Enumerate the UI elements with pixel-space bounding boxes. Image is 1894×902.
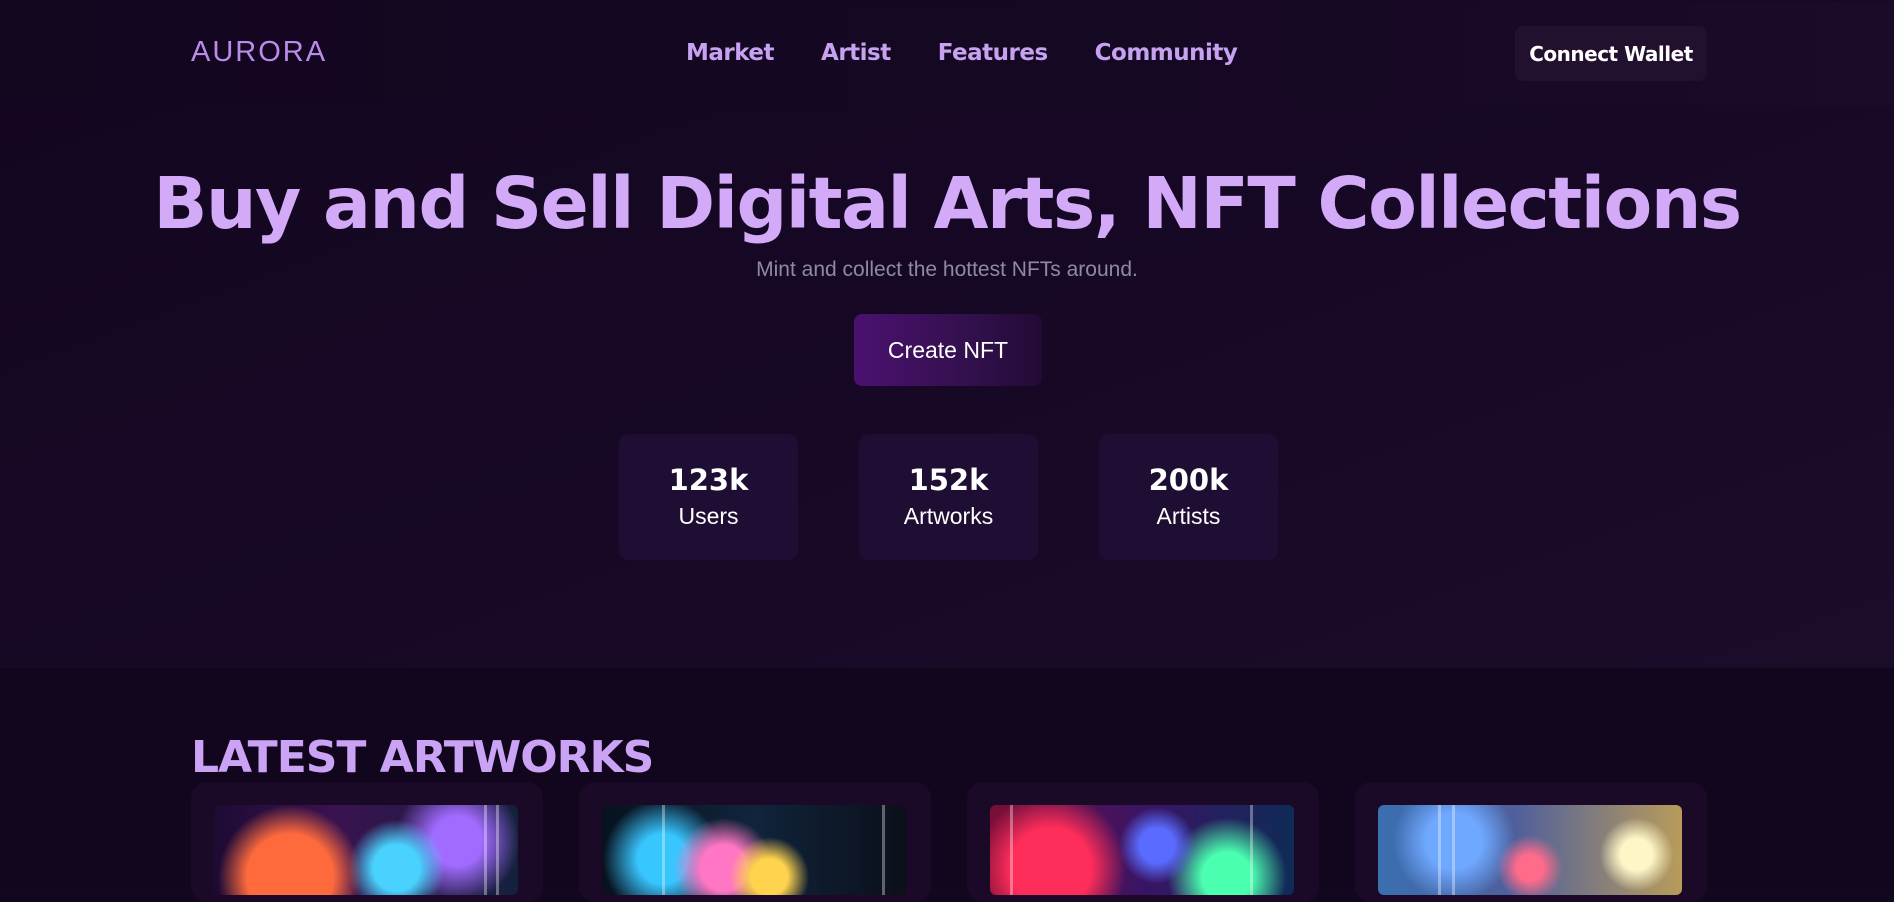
artwork-decoration <box>1250 805 1253 895</box>
artwork-card[interactable] <box>191 782 543 902</box>
nav-item-features[interactable]: Features <box>938 40 1048 66</box>
nav-item-community[interactable]: Community <box>1095 40 1238 66</box>
hero-title: Buy and Sell Digital Arts, NFT Collectio… <box>153 162 1742 245</box>
artwork-image[interactable] <box>1378 805 1682 895</box>
stat-card-artworks: 152k Artworks <box>859 434 1038 560</box>
brand-logo[interactable]: AURORA <box>191 36 327 69</box>
artwork-decoration <box>496 805 499 895</box>
latest-artworks-heading: LATEST ARTWORKS <box>191 732 654 783</box>
nav-item-artist[interactable]: Artist <box>821 40 891 66</box>
artwork-image[interactable] <box>990 805 1294 895</box>
artwork-image[interactable] <box>214 805 518 895</box>
stat-card-users: 123k Users <box>619 434 798 560</box>
stat-label: Users <box>678 503 739 529</box>
connect-wallet-button[interactable]: Connect Wallet <box>1515 26 1707 81</box>
artwork-decoration <box>1438 805 1441 895</box>
artwork-decoration <box>484 805 487 895</box>
artwork-decoration <box>882 805 885 895</box>
main-nav: Market Artist Features Community <box>686 40 1284 66</box>
stat-value: 200k <box>1148 463 1229 497</box>
nav-item-market[interactable]: Market <box>686 40 775 66</box>
hero-subtitle: Mint and collect the hottest NFTs around… <box>756 258 1138 281</box>
artwork-decoration <box>1010 805 1013 895</box>
artwork-decoration <box>1452 805 1455 895</box>
artwork-image[interactable] <box>602 805 906 895</box>
artwork-card[interactable] <box>1355 782 1707 902</box>
stat-label: Artists <box>1156 503 1221 529</box>
stat-value: 123k <box>668 463 749 497</box>
stat-label: Artworks <box>903 503 994 529</box>
artwork-card[interactable] <box>967 782 1319 902</box>
stat-value: 152k <box>908 463 989 497</box>
stat-card-artists: 200k Artists <box>1099 434 1278 560</box>
artwork-decoration <box>662 805 665 895</box>
create-nft-button[interactable]: Create NFT <box>854 314 1042 386</box>
artwork-card[interactable] <box>579 782 931 902</box>
